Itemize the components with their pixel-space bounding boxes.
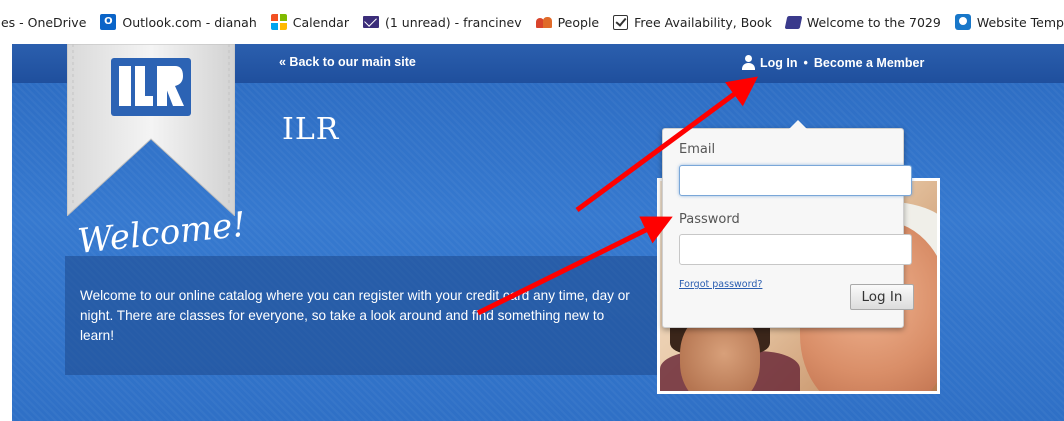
bookmark-outlook[interactable]: O Outlook.com - dianah — [100, 14, 257, 30]
ribbon-shape — [67, 44, 235, 216]
bookmark-website-template[interactable]: Website Template — [954, 14, 1064, 30]
logo-ribbon[interactable] — [67, 44, 235, 216]
separator: • — [803, 55, 808, 70]
people-icon — [535, 14, 552, 30]
bookmark-onedrive[interactable]: iles - OneDrive — [0, 15, 86, 30]
welcome-text: Welcome to our online catalog where you … — [80, 288, 630, 343]
site-icon — [954, 14, 971, 30]
bookmark-mail[interactable]: (1 unread) - francinev — [362, 14, 522, 30]
bookmark-label: Website Template — [976, 14, 1064, 30]
site-title: ILR — [282, 112, 340, 147]
password-label: Password — [679, 212, 740, 227]
site: « Back to our main site ILR Log In • Bec… — [12, 44, 1064, 421]
mail-icon — [362, 16, 379, 28]
book-icon — [784, 15, 803, 29]
bookmark-label: People — [557, 14, 600, 30]
bookmarks-bar: iles - OneDrive O Outlook.com - dianah C… — [0, 0, 1064, 44]
become-member-link[interactable]: Become a Member — [814, 56, 924, 70]
bookmark-label: Outlook.com - dianah — [122, 14, 257, 30]
back-to-main-site-link[interactable]: « Back to our main site — [279, 55, 416, 69]
forgot-password-link[interactable]: Forgot password? — [679, 279, 762, 290]
account-links: Log In • Become a Member — [742, 55, 924, 70]
bookmark-calendar[interactable]: Calendar — [270, 14, 349, 30]
bookmark-label: Welcome to the 7029 — [806, 14, 941, 30]
bookmark-label: iles - OneDrive — [0, 14, 87, 30]
login-link[interactable]: Log In — [760, 56, 798, 70]
login-dropdown: Email Password Forgot password? Log In — [662, 120, 914, 328]
bookmark-welcome[interactable]: Welcome to the 7029 — [784, 14, 941, 30]
ilr-logo-icon — [111, 58, 191, 116]
outlook-icon: O — [100, 14, 117, 30]
bookmark-people[interactable]: People — [535, 14, 600, 30]
bookmark-label: Free Availability, Book — [634, 14, 772, 30]
bookmark-label: Calendar — [292, 14, 349, 30]
password-field[interactable] — [679, 234, 912, 265]
bookmark-label: (1 unread) - francinev — [384, 14, 522, 30]
user-icon — [742, 55, 755, 70]
bookmark-availability[interactable]: Free Availability, Book — [613, 14, 772, 30]
checkbox-icon — [613, 14, 629, 30]
email-label: Email — [679, 142, 716, 157]
login-button[interactable]: Log In — [850, 284, 914, 310]
microsoft-icon — [270, 14, 287, 30]
email-field[interactable] — [679, 165, 912, 196]
